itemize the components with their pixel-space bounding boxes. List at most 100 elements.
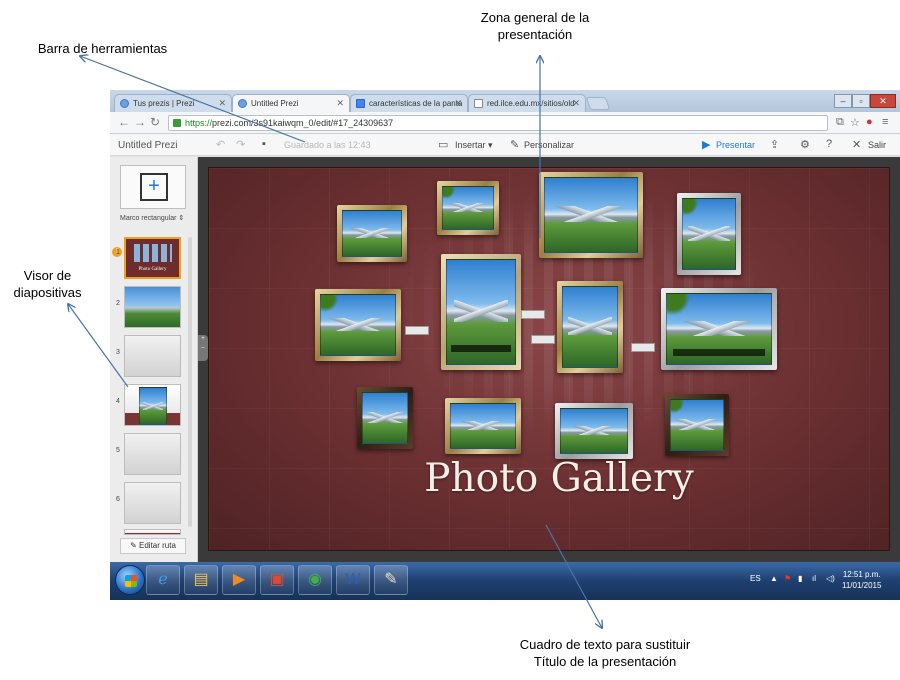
note-card[interactable]	[631, 343, 655, 352]
share-icon[interactable]: ⇪	[770, 138, 779, 151]
action-center-flag-icon[interactable]: ⚑	[784, 574, 791, 583]
close-icon[interactable]: ✕	[454, 98, 462, 109]
media-player-icon[interactable]: ▶	[222, 565, 256, 595]
internet-explorer-icon[interactable]: ℯ	[146, 565, 180, 595]
clock-date: 11/01/2015	[842, 581, 882, 590]
word-icon[interactable]: W	[336, 565, 370, 595]
presentation-title-textbox[interactable]: Photo Gallery	[409, 456, 709, 501]
slide-thumbnail-7-partial[interactable]	[124, 529, 181, 535]
photo-frame[interactable]	[315, 289, 401, 361]
mountain-photo	[450, 403, 516, 449]
photo-frame[interactable]	[539, 172, 643, 258]
new-tab-button[interactable]	[585, 97, 611, 110]
customize-button[interactable]: Personalizar	[524, 140, 574, 150]
exit-button[interactable]: Salir	[868, 140, 886, 150]
edit-path-button[interactable]: ✎ Editar ruta	[120, 538, 186, 554]
slide-number: 1	[116, 249, 120, 256]
google-favicon-icon	[356, 99, 365, 108]
slide-thumbnail-2[interactable]	[124, 286, 181, 328]
photo-frame[interactable]	[677, 193, 741, 275]
tab-caracteristicas[interactable]: características de la panta ✕	[350, 94, 468, 112]
close-icon[interactable]: ✕	[336, 98, 344, 109]
system-clock[interactable]: 12:51 p.m. 11/01/2015	[842, 569, 881, 591]
photo-frame[interactable]	[337, 205, 407, 262]
photo-frame[interactable]	[437, 181, 499, 235]
photo-frame[interactable]	[661, 288, 777, 370]
menu-icon[interactable]: ≡	[882, 116, 888, 128]
note-card[interactable]	[405, 326, 429, 335]
slide-panel-scrollbar[interactable]	[188, 237, 192, 527]
leaves-decoration	[667, 294, 697, 315]
note-card[interactable]	[531, 335, 555, 344]
close-icon[interactable]: ✕	[572, 98, 580, 109]
photo-frame[interactable]	[357, 387, 413, 449]
frame-type-select[interactable]: Marco rectangular ⇕	[120, 214, 184, 222]
slide-number: 3	[116, 349, 120, 356]
show-hidden-icons-icon[interactable]: ▲	[770, 574, 778, 583]
insert-menu[interactable]: Insertar ▾	[455, 140, 493, 151]
photo-frame[interactable]	[555, 403, 633, 459]
forward-arrow-icon[interactable]: →	[134, 115, 146, 129]
reload-icon[interactable]: ↻	[150, 115, 160, 129]
minimize-button[interactable]: –	[834, 94, 852, 108]
prezi-favicon-icon	[238, 99, 247, 108]
note-card[interactable]	[521, 310, 545, 319]
close-icon: ✕	[852, 139, 862, 151]
start-button[interactable]	[115, 565, 145, 595]
url-input[interactable]: https://prezi.com/3s91kaiwqm_0/edit/#17_…	[168, 115, 828, 131]
slide-thumbnail-3[interactable]	[124, 335, 181, 377]
leaves-decoration	[671, 400, 686, 415]
presentation-canvas[interactable]: Photo Gallery + –	[198, 157, 900, 562]
url-scheme: https://	[185, 118, 213, 128]
translate-icon[interactable]: ⧉	[836, 116, 844, 129]
extension-icon[interactable]: ●	[866, 116, 873, 128]
help-icon[interactable]: ?	[826, 138, 832, 150]
insert-icon: ▭	[438, 139, 449, 151]
star-icon[interactable]: ☆	[850, 116, 860, 129]
photo-frame[interactable]	[441, 254, 521, 370]
add-frame-button[interactable]: +	[120, 165, 186, 209]
settings-gear-icon[interactable]: ⚙	[800, 138, 810, 151]
slide-thumbnail-4[interactable]	[124, 384, 181, 426]
window-close-button[interactable]: ✕	[870, 94, 896, 108]
lock-icon	[173, 119, 181, 127]
tab-tus-prezis[interactable]: Tus prezis | Prezi ✕	[114, 94, 232, 112]
slide-thumbnail-6[interactable]	[124, 482, 181, 524]
maximize-button[interactable]: ▫	[852, 94, 870, 108]
file-explorer-icon[interactable]: ▤	[184, 565, 218, 595]
prezi-title[interactable]: Untitled Prezi	[118, 140, 177, 151]
photo-frame[interactable]	[557, 281, 623, 373]
photo-frame[interactable]	[445, 398, 521, 454]
mountain-photo	[446, 259, 516, 365]
tab-label: Untitled Prezi	[251, 99, 299, 108]
edit-path-label: Editar ruta	[139, 541, 176, 550]
back-arrow-icon[interactable]: ←	[118, 115, 130, 129]
presentation-stage[interactable]: Photo Gallery	[208, 167, 890, 551]
battery-icon[interactable]: ▮	[798, 574, 802, 583]
slide-thumbnail-5[interactable]	[124, 433, 181, 475]
close-icon[interactable]: ✕	[218, 98, 226, 109]
zoom-controls[interactable]: + –	[198, 335, 208, 361]
tab-untitled-prezi[interactable]: Untitled Prezi ✕	[232, 94, 350, 112]
leaves-decoration	[683, 199, 698, 220]
paint-icon[interactable]: ✎	[374, 565, 408, 595]
photo-frame[interactable]	[665, 394, 729, 456]
slide-number: 6	[116, 496, 120, 503]
caption-bar	[673, 348, 765, 356]
mountain-photo	[682, 198, 736, 270]
redo-icon[interactable]: ↷	[236, 138, 245, 151]
undo-icon[interactable]: ↶	[216, 138, 225, 151]
network-signal-icon[interactable]: ıl	[812, 574, 816, 583]
page-favicon-icon	[474, 99, 483, 108]
language-indicator[interactable]: ES	[750, 574, 761, 583]
volume-icon[interactable]: ◁)	[826, 574, 835, 583]
clock-time: 12:51 p.m.	[842, 570, 881, 579]
save-icon[interactable]: ▪	[262, 138, 266, 150]
chrome-icon[interactable]: ◉	[298, 565, 332, 595]
tab-red-ilce[interactable]: red.ilce.edu.mx/sitios/old ✕	[468, 94, 586, 112]
mountain-photo	[544, 177, 638, 253]
prezi-favicon-icon	[120, 99, 129, 108]
presentation-app-icon[interactable]: ▣	[260, 565, 294, 595]
slide-thumbnail-1[interactable]: Photo Gallery	[124, 237, 181, 279]
present-button[interactable]: Presentar	[716, 140, 755, 150]
